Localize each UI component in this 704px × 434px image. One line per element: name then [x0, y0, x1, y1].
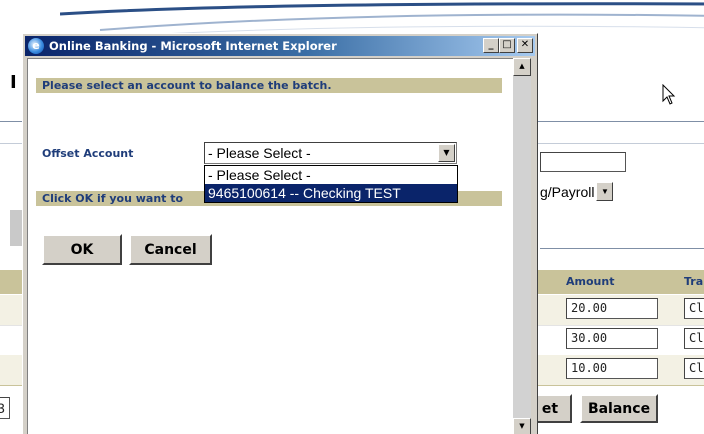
- bg-left-input[interactable]: 3: [0, 397, 10, 419]
- balance-button[interactable]: Balance: [580, 394, 658, 423]
- mouse-pointer-icon: [662, 84, 676, 105]
- dialog-titlebar[interactable]: e Online Banking - Microsoft Internet Ex…: [25, 36, 535, 56]
- offset-account-options: - Please Select - 9465100614 -- Checking…: [204, 165, 458, 203]
- option-please-select[interactable]: - Please Select -: [205, 166, 457, 184]
- bg-payroll-select[interactable]: g/Payroll ▼: [540, 180, 614, 203]
- ok-button[interactable]: OK: [42, 234, 122, 265]
- maximize-button[interactable]: □: [499, 38, 515, 53]
- chevron-down-icon[interactable]: ▼: [596, 182, 614, 201]
- instruction-message: Please select an account to balance the …: [42, 79, 332, 92]
- bg-type-input[interactable]: Cl: [684, 298, 704, 319]
- bg-bar-mark: I: [10, 72, 17, 93]
- bg-type-input[interactable]: Cl: [684, 328, 704, 349]
- scroll-up-arrow-icon[interactable]: ▲: [513, 58, 531, 76]
- bg-amount-header: Amount: [566, 275, 615, 288]
- bg-amount-input[interactable]: 20.00: [566, 298, 658, 319]
- bg-amount-input[interactable]: 30.00: [566, 328, 658, 349]
- select-current-value: - Please Select -: [208, 145, 311, 161]
- bg-divider: [540, 248, 704, 249]
- offset-account-select[interactable]: - Please Select - ▼: [204, 142, 457, 164]
- close-button[interactable]: ✕: [517, 38, 533, 53]
- vertical-scrollbar[interactable]: ▲ ▼: [513, 58, 531, 434]
- minimize-button[interactable]: _: [483, 38, 499, 53]
- bg-divider: [10, 210, 22, 246]
- offset-account-label: Offset Account: [42, 147, 134, 160]
- cancel-button[interactable]: Cancel: [129, 234, 212, 265]
- bg-text-input[interactable]: [540, 152, 626, 172]
- window-controls: _ □ ✕: [483, 38, 533, 53]
- ok-hint-message: Click OK if you want to: [42, 192, 184, 205]
- ie-icon: e: [28, 38, 44, 54]
- option-checking-test[interactable]: 9465100614 -- Checking TEST: [205, 184, 457, 202]
- bg-type-input[interactable]: Cl: [684, 358, 704, 379]
- scroll-down-arrow-icon[interactable]: ▼: [513, 418, 531, 434]
- dialog-title: Online Banking - Microsoft Internet Expl…: [49, 39, 337, 53]
- dialog-content: Please select an account to balance the …: [27, 58, 513, 434]
- bg-select-value: g/Payroll: [540, 183, 595, 200]
- online-banking-dialog: e Online Banking - Microsoft Internet Ex…: [22, 33, 538, 434]
- chevron-down-icon[interactable]: ▼: [438, 144, 455, 162]
- bg-type-header: Tra: [684, 275, 704, 288]
- bg-amount-input[interactable]: 10.00: [566, 358, 658, 379]
